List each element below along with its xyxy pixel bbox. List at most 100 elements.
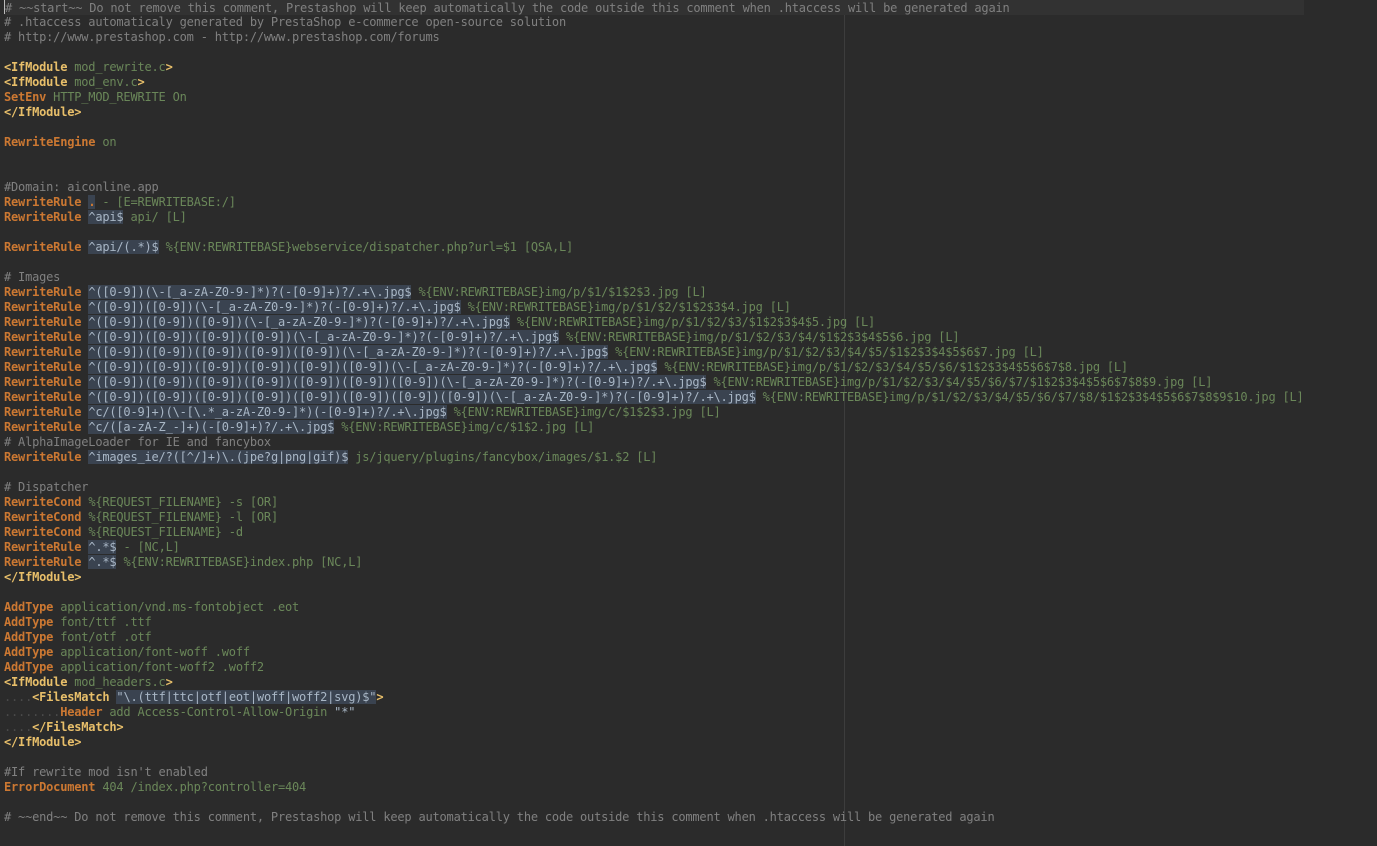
code-line[interactable]: AddType application/vnd.ms-fontobject .e… — [4, 600, 1304, 615]
code-line[interactable]: ​ — [4, 465, 1304, 480]
code-line[interactable]: # .htaccess automaticaly generated by Pr… — [4, 15, 1304, 30]
code-line[interactable]: ErrorDocument 404 /index.php?controller=… — [4, 780, 1304, 795]
code-line[interactable]: #If rewrite mod isn't enabled — [4, 765, 1304, 780]
code-token: ........ — [4, 705, 61, 719]
code-token: mod_env.c — [67, 75, 138, 89]
code-token: RewriteRule — [4, 330, 82, 344]
code-token: %{ENV:REWRITEBASE}img/p/$1/$2/$3/$4/$5/$… — [755, 390, 1304, 404]
code-token: HTTP_MOD_REWRITE On — [46, 90, 187, 104]
code-token: RewriteRule — [4, 360, 82, 374]
code-line[interactable]: ​ — [4, 585, 1304, 600]
code-token: .... — [4, 720, 33, 734]
code-token: mod_headers.c — [67, 675, 166, 689]
code-line[interactable]: <IfModule mod_rewrite.c> — [4, 60, 1304, 75]
code-token: RewriteCond — [4, 495, 82, 509]
code-line[interactable]: ....<FilesMatch "\.(ttf|ttc|otf|eot|woff… — [4, 690, 1304, 705]
code-token: RewriteRule — [4, 240, 82, 254]
code-line[interactable]: </IfModule> — [4, 570, 1304, 585]
code-token: AddType — [4, 615, 54, 629]
code-line[interactable]: RewriteRule ^([0-9])([0-9])([0-9])([0-9]… — [4, 375, 1304, 390]
code-line[interactable]: ​ — [4, 795, 1304, 810]
code-token: ^([0-9])([0-9])([0-9])([0-9])([0-9])(\-[… — [88, 345, 609, 359]
code-token: ^([0-9])([0-9])([0-9])([0-9])([0-9])([0-… — [88, 360, 658, 374]
code-token: # ~~end~~ Do not remove this comment, Pr… — [4, 810, 995, 824]
code-line[interactable]: RewriteRule ^([0-9])([0-9])(\-[_a-zA-Z0-… — [4, 300, 1304, 315]
code-token: RewriteRule — [4, 300, 82, 314]
code-token: RewriteRule — [4, 315, 82, 329]
code-token: # .htaccess automaticaly generated by Pr… — [4, 15, 566, 29]
code-token: - [E=REWRITEBASE:/] — [95, 195, 236, 209]
code-line[interactable]: AddType application/font-woff2 .woff2 — [4, 660, 1304, 675]
code-line[interactable]: RewriteEngine on — [4, 135, 1304, 150]
code-token: .... — [4, 690, 33, 704]
code-token: api/ [L] — [123, 210, 187, 224]
code-token: SetEnv — [4, 90, 47, 104]
code-line[interactable]: RewriteRule ^c/([0-9]+)(\-[\.*_a-zA-Z0-9… — [4, 405, 1304, 420]
code-line[interactable]: SetEnv HTTP_MOD_REWRITE On — [4, 90, 1304, 105]
code-line[interactable]: ​ — [4, 165, 1304, 180]
code-line[interactable]: ​ — [4, 225, 1304, 240]
code-token: ^api$ — [88, 210, 124, 224]
code-line[interactable]: # Images — [4, 270, 1304, 285]
code-line[interactable]: RewriteRule ^api$ api/ [L] — [4, 210, 1304, 225]
code-token: RewriteRule — [4, 405, 82, 419]
code-token: - [NC,L] — [116, 540, 180, 554]
code-token: 404 /index.php?controller=404 — [95, 780, 307, 794]
code-line[interactable]: ....</FilesMatch> — [4, 720, 1304, 735]
code-line[interactable]: # AlphaImageLoader for IE and fancybox — [4, 435, 1304, 450]
code-line[interactable]: ​ — [4, 255, 1304, 270]
code-line[interactable]: RewriteCond %{REQUEST_FILENAME} -s [OR] — [4, 495, 1304, 510]
code-token: <FilesMatch — [32, 690, 110, 704]
code-token: ^c/([a-zA-Z_-]+)(-[0-9]+)?/.+\.jpg$ — [88, 420, 335, 434]
code-line[interactable]: RewriteRule ^.*$ %{ENV:REWRITEBASE}index… — [4, 555, 1304, 570]
code-line[interactable]: RewriteCond %{REQUEST_FILENAME} -d — [4, 525, 1304, 540]
code-token: %{ENV:REWRITEBASE}img/p/$1/$2/$3/$4/$1$2… — [558, 330, 960, 344]
code-line[interactable]: # Dispatcher — [4, 480, 1304, 495]
code-editor[interactable]: # ~~start~~ Do not remove this comment, … — [0, 0, 1377, 846]
code-line[interactable]: RewriteRule ^([0-9])([0-9])([0-9])([0-9]… — [4, 390, 1304, 405]
code-line[interactable]: RewriteRule ^api/(.*)$ %{ENV:REWRITEBASE… — [4, 240, 1304, 255]
code-token: ^.*$ — [88, 555, 117, 569]
code-line[interactable]: RewriteRule ^([0-9])([0-9])([0-9])(\-[_a… — [4, 315, 1304, 330]
code-line[interactable]: ​ — [4, 120, 1304, 135]
code-token: RewriteRule — [4, 345, 82, 359]
code-token: ^([0-9])([0-9])(\-[_a-zA-Z0-9-]*)?(-[0-9… — [88, 300, 461, 314]
code-token: %{ENV:REWRITEBASE}img/c/$1$2$3.jpg [L] — [446, 405, 721, 419]
code-line[interactable]: # ~~end~~ Do not remove this comment, Pr… — [4, 810, 1304, 825]
code-token: RewriteRule — [4, 210, 82, 224]
code-line[interactable]: ​ — [4, 150, 1304, 165]
code-line[interactable]: # http://www.prestashop.com - http://www… — [4, 30, 1304, 45]
code-token: RewriteCond — [4, 510, 82, 524]
code-line[interactable]: RewriteCond %{REQUEST_FILENAME} -l [OR] — [4, 510, 1304, 525]
code-line[interactable]: ​ — [4, 45, 1304, 60]
code-token: ErrorDocument — [4, 780, 96, 794]
code-line[interactable]: RewriteRule ^([0-9])([0-9])([0-9])([0-9]… — [4, 330, 1304, 345]
code-area[interactable]: # ~~start~~ Do not remove this comment, … — [4, 0, 1304, 825]
code-line[interactable]: RewriteRule ^([0-9])([0-9])([0-9])([0-9]… — [4, 345, 1304, 360]
code-token: </IfModule> — [4, 735, 82, 749]
code-line[interactable]: RewriteRule . - [E=REWRITEBASE:/] — [4, 195, 1304, 210]
code-token: > — [376, 690, 384, 704]
code-line[interactable]: ​ — [4, 750, 1304, 765]
code-line[interactable]: RewriteRule ^.*$ - [NC,L] — [4, 540, 1304, 555]
code-line[interactable]: <IfModule mod_headers.c> — [4, 675, 1304, 690]
code-line[interactable]: RewriteRule ^c/([a-zA-Z_-]+)(-[0-9]+)?/.… — [4, 420, 1304, 435]
code-line[interactable]: ........Header add Access-Control-Allow-… — [4, 705, 1304, 720]
code-token: %{ENV:REWRITEBASE}webservice/dispatcher.… — [158, 240, 574, 254]
code-line[interactable]: AddType font/otf .otf — [4, 630, 1304, 645]
code-line[interactable]: AddType font/ttf .ttf — [4, 615, 1304, 630]
code-line[interactable]: RewriteRule ^([0-9])(\-[_a-zA-Z0-9-]*)?(… — [4, 285, 1304, 300]
code-line[interactable]: # ~~start~~ Do not remove this comment, … — [4, 0, 1304, 15]
code-token: </FilesMatch> — [32, 720, 124, 734]
code-line[interactable]: </IfModule> — [4, 105, 1304, 120]
code-line[interactable]: RewriteRule ^([0-9])([0-9])([0-9])([0-9]… — [4, 360, 1304, 375]
code-token: ^([0-9])([0-9])([0-9])(\-[_a-zA-Z0-9-]*)… — [88, 315, 510, 329]
code-line[interactable]: AddType application/font-woff .woff — [4, 645, 1304, 660]
code-token: ^api/(.*)$ — [88, 240, 159, 254]
code-line[interactable]: #Domain: aiconline.app — [4, 180, 1304, 195]
code-token: %{REQUEST_FILENAME} -l [OR] — [88, 510, 278, 524]
code-line[interactable]: <IfModule mod_env.c> — [4, 75, 1304, 90]
code-token: %{ENV:REWRITEBASE}index.php [NC,L] — [116, 555, 363, 569]
code-line[interactable]: </IfModule> — [4, 735, 1304, 750]
code-line[interactable]: RewriteRule ^images_ie/?([^/]+)\.(jpe?g|… — [4, 450, 1304, 465]
